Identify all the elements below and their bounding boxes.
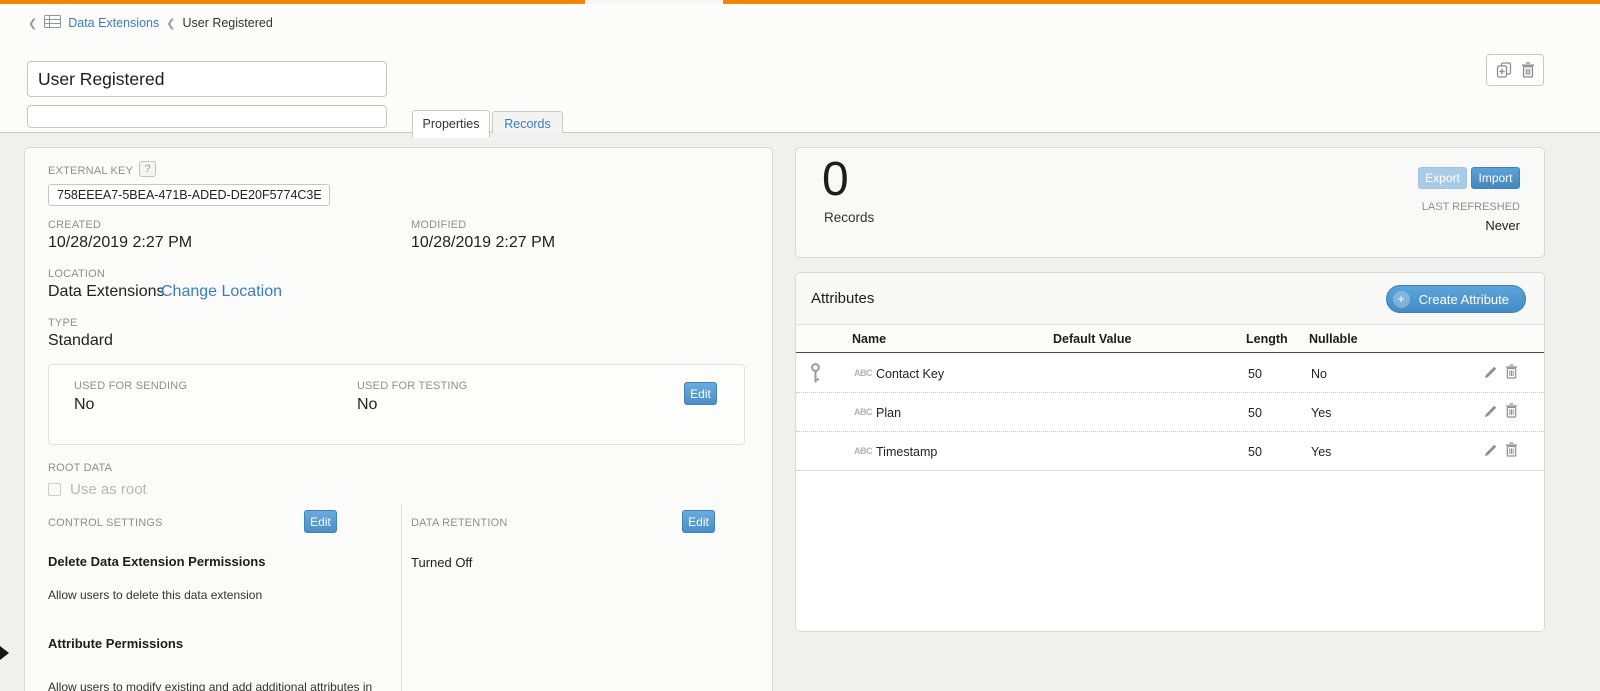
help-icon[interactable]: ? <box>139 161 156 177</box>
breadcrumb-data-extensions-link[interactable]: Data Extensions <box>68 16 159 30</box>
collapsed-sidebar-arrow-icon[interactable] <box>0 646 9 660</box>
extension-description-input[interactable] <box>27 105 387 128</box>
external-key-label: EXTERNAL KEY <box>48 165 133 177</box>
modified-label: MODIFIED <box>411 219 466 231</box>
location-value: Data Extensions <box>48 283 165 301</box>
create-attribute-label: Create Attribute <box>1419 292 1509 307</box>
page-header: ❮ Data Extensions ❮ User Registered <box>0 4 1600 133</box>
use-as-root-checkbox[interactable] <box>48 483 61 496</box>
attribute-permissions-title: Attribute Permissions <box>48 636 183 651</box>
used-for-testing-value: No <box>357 396 377 414</box>
used-for-sending-value: No <box>74 396 94 414</box>
breadcrumb: ❮ Data Extensions ❮ User Registered <box>28 15 273 31</box>
text-type-icon: ABC <box>854 368 872 378</box>
page: ❮ Data Extensions ❮ User Registered <box>0 0 1600 691</box>
column-default-value: Default Value <box>1053 332 1132 346</box>
attributes-header: Attributes + Create Attribute <box>796 273 1544 325</box>
created-label: CREATED <box>48 219 101 231</box>
attributes-table-body: ABC Contact Key 50 No <box>796 354 1544 632</box>
records-count-label: Records <box>824 210 874 225</box>
breadcrumb-back-chevron-icon[interactable]: ❮ <box>28 17 37 30</box>
attributes-panel: Attributes + Create Attribute Name Defau… <box>795 272 1545 632</box>
delete-attribute-icon[interactable] <box>1505 364 1518 384</box>
data-retention-edit-button[interactable]: Edit <box>682 510 715 533</box>
control-settings-label: CONTROL SETTINGS <box>48 517 163 529</box>
data-retention-value: Turned Off <box>411 555 472 570</box>
delete-permissions-description: Allow users to delete this data extensio… <box>48 588 262 602</box>
external-key-input[interactable] <box>48 184 330 206</box>
properties-panel: EXTERNAL KEY ? CREATED 10/28/2019 2:27 P… <box>24 147 773 691</box>
type-label: TYPE <box>48 317 78 329</box>
location-label: LOCATION <box>48 268 105 280</box>
data-extensions-table-icon <box>44 15 61 31</box>
edit-attribute-icon[interactable] <box>1484 443 1498 462</box>
delete-permissions-title: Delete Data Extension Permissions <box>48 554 265 569</box>
attribute-nullable: Yes <box>1311 406 1331 420</box>
data-retention-label: DATA RETENTION <box>411 517 508 529</box>
extension-name-input[interactable] <box>27 61 387 97</box>
attribute-name: Timestamp <box>876 445 937 459</box>
attribute-nullable: Yes <box>1311 445 1331 459</box>
created-value: 10/28/2019 2:27 PM <box>48 234 192 252</box>
use-as-root-label: Use as root <box>70 481 147 498</box>
delete-attribute-icon[interactable] <box>1505 442 1518 462</box>
change-location-link[interactable]: Change Location <box>161 283 282 301</box>
records-count: 0 <box>822 152 849 207</box>
edit-attribute-icon[interactable] <box>1484 404 1498 423</box>
root-data-label: ROOT DATA <box>48 462 112 474</box>
tab-properties[interactable]: Properties <box>412 110 490 138</box>
create-attribute-button[interactable]: + Create Attribute <box>1386 285 1526 313</box>
attribute-permissions-description: Allow users to modify existing and add a… <box>48 680 372 691</box>
text-type-icon: ABC <box>854 407 872 417</box>
records-panel: 0 Records Export Import LAST REFRESHED N… <box>795 147 1545 258</box>
column-name: Name <box>852 332 886 346</box>
delete-icon[interactable] <box>1521 62 1535 78</box>
import-button[interactable]: Import <box>1471 167 1520 189</box>
breadcrumb-separator-chevron-icon: ❮ <box>166 17 175 30</box>
copy-icon[interactable] <box>1496 62 1512 78</box>
control-settings-edit-button[interactable]: Edit <box>304 510 337 533</box>
table-row: ABC Contact Key 50 No <box>796 354 1544 393</box>
primary-key-icon <box>810 363 821 389</box>
used-for-sending-label: USED FOR SENDING <box>74 380 187 392</box>
sending-edit-button[interactable]: Edit <box>684 382 717 405</box>
last-refreshed-label: LAST REFRESHED <box>1422 201 1520 213</box>
used-for-testing-label: USED FOR TESTING <box>357 380 468 392</box>
plus-icon: + <box>1393 291 1410 308</box>
export-button[interactable]: Export <box>1418 167 1467 189</box>
attribute-nullable: No <box>1311 367 1327 381</box>
sending-settings-box: USED FOR SENDING No USED FOR TESTING No … <box>48 364 745 445</box>
breadcrumb-current-page: User Registered <box>182 16 272 30</box>
column-length: Length <box>1246 332 1288 346</box>
attribute-length: 50 <box>1248 367 1262 381</box>
edit-attribute-icon[interactable] <box>1484 365 1498 384</box>
delete-attribute-icon[interactable] <box>1505 403 1518 423</box>
page-body: EXTERNAL KEY ? CREATED 10/28/2019 2:27 P… <box>0 133 1600 691</box>
attribute-length: 50 <box>1248 406 1262 420</box>
attribute-name: Plan <box>876 406 901 420</box>
attribute-length: 50 <box>1248 445 1262 459</box>
use-as-root-row: Use as root <box>48 481 147 498</box>
header-action-buttons <box>1486 54 1544 86</box>
last-refreshed-value: Never <box>1485 218 1520 233</box>
table-row: ABC Plan 50 Yes <box>796 393 1544 432</box>
attributes-table-header: Name Default Value Length Nullable <box>796 325 1544 353</box>
attributes-title: Attributes <box>811 290 874 307</box>
modified-value: 10/28/2019 2:27 PM <box>411 234 555 252</box>
table-row: ABC Timestamp 50 Yes <box>796 432 1544 471</box>
type-value: Standard <box>48 332 113 350</box>
text-type-icon: ABC <box>854 446 872 456</box>
attribute-name: Contact Key <box>876 367 944 381</box>
column-nullable: Nullable <box>1309 332 1358 346</box>
settings-column-divider <box>401 504 402 691</box>
